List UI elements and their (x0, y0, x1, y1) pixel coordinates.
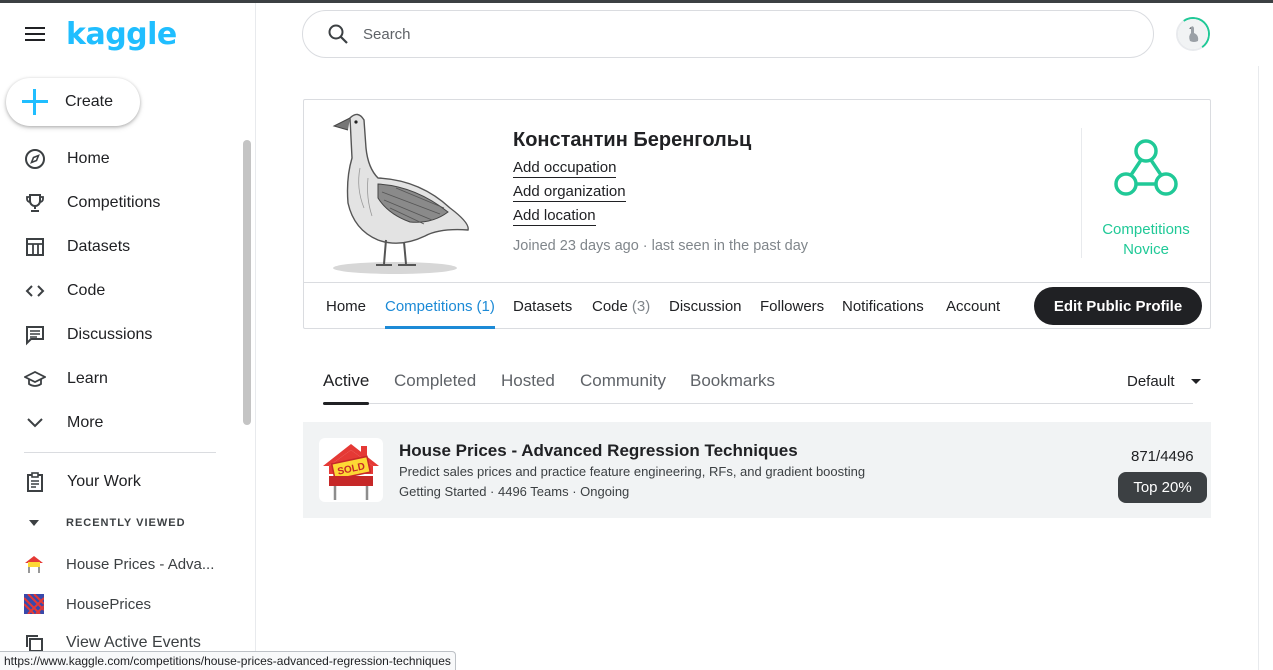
house-sold-icon (25, 556, 43, 573)
add-organization-link[interactable]: Add organization (513, 183, 626, 202)
sidebar-item-more[interactable]: More (0, 401, 240, 445)
subtab-community[interactable]: Community (580, 361, 666, 404)
tier-level: Novice (1123, 241, 1169, 258)
competition-rank: 871/4496 (1131, 448, 1194, 465)
tier-divider (1081, 128, 1082, 258)
code-icon (24, 280, 46, 302)
tab-code[interactable]: Code (3) (592, 283, 650, 329)
caret-down-icon (1190, 378, 1201, 384)
create-label: Create (65, 93, 114, 110)
sidebar: kaggle Create Home Competitions Datasets (0, 3, 256, 670)
user-avatar[interactable] (1173, 14, 1213, 54)
tab-label: Account (946, 297, 1001, 315)
chevron-down-icon (24, 412, 46, 434)
sidebar-item-label: Your Work (67, 473, 141, 490)
school-icon (24, 368, 46, 390)
competition-description: Predict sales prices and practice featur… (399, 464, 866, 479)
tab-label: Home (326, 297, 367, 315)
sidebar-item-label: Home (67, 150, 110, 167)
goose-avatar-image (332, 113, 469, 274)
subtab-completed[interactable]: Completed (394, 361, 476, 404)
sidebar-nav: Home Competitions Datasets Code Discussi… (0, 137, 240, 445)
tab-label: Notifications (842, 297, 924, 315)
kaggle-logo[interactable]: kaggle (66, 17, 177, 52)
sidebar-item-label: Datasets (67, 238, 131, 255)
recent-item-label: View Active Events (66, 634, 201, 651)
recent-item-label: HousePrices (66, 595, 152, 613)
page-scrollbar-track[interactable] (1258, 66, 1273, 670)
sidebar-divider (24, 452, 216, 453)
copy-icon (26, 635, 43, 652)
sidebar-item-competitions[interactable]: Competitions (0, 181, 240, 225)
tab-count: (3) (631, 297, 651, 315)
tab-discussion[interactable]: Discussion (669, 283, 742, 329)
add-location-link[interactable]: Add location (513, 207, 596, 226)
competitions-tier-icon[interactable] (1113, 138, 1179, 200)
edit-public-profile-button[interactable]: Edit Public Profile (1034, 287, 1202, 325)
competition-subtabs: Active Completed Hosted Community Bookma… (323, 361, 1201, 405)
competition-list-item[interactable]: SOLD House Prices - Advanced Regression … (303, 422, 1211, 518)
trophy-icon (24, 192, 46, 214)
tab-followers[interactable]: Followers (760, 283, 824, 329)
sidebar-item-datasets[interactable]: Datasets (0, 225, 240, 269)
sidebar-item-home[interactable]: Home (0, 137, 240, 181)
plus-icon (21, 88, 49, 116)
competition-meta: Getting Started · 4496 Teams · Ongoing (399, 484, 630, 499)
table-icon (24, 236, 46, 258)
comment-icon (24, 324, 46, 346)
caret-down-icon (29, 520, 39, 526)
tier-label[interactable]: Competitions Novice (1086, 220, 1206, 260)
sidebar-item-code[interactable]: Code (0, 269, 240, 313)
subtab-bookmarks[interactable]: Bookmarks (690, 361, 775, 404)
sidebar-item-discussions[interactable]: Discussions (0, 313, 240, 357)
goose-avatar-icon (1178, 19, 1208, 49)
sort-dropdown[interactable]: Default (1127, 361, 1201, 401)
sort-label: Default (1127, 372, 1175, 390)
add-occupation-link[interactable]: Add occupation (513, 159, 617, 178)
tab-label: Competitions (385, 297, 473, 315)
rank-percentile-badge: Top 20% (1118, 472, 1207, 503)
recent-item-houseprices-notebook[interactable]: HousePrices (24, 592, 151, 616)
recently-viewed-header[interactable]: RECENTLY VIEWED (24, 517, 186, 529)
tab-label: Code (592, 297, 628, 315)
profile-tabs: Home Competitions (1) Datasets Code (3) Di… (304, 282, 1210, 329)
recently-viewed-label: RECENTLY VIEWED (66, 517, 186, 529)
compass-icon (24, 148, 46, 170)
sidebar-item-label: Code (67, 282, 106, 299)
clipboard-icon (24, 471, 46, 493)
competition-thumbnail: SOLD (319, 438, 383, 502)
tab-competitions[interactable]: Competitions (1) (385, 283, 495, 329)
tab-notifications[interactable]: Notifications (842, 283, 924, 329)
sidebar-item-your-work[interactable]: Your Work (0, 460, 240, 504)
tab-count: (1) (476, 297, 495, 315)
sidebar-item-label: More (67, 414, 104, 431)
tab-label: Followers (760, 297, 825, 315)
tab-label: Discussion (669, 297, 742, 315)
tab-home[interactable]: Home (326, 283, 366, 329)
tier-category: Competitions (1102, 221, 1190, 238)
tab-datasets[interactable]: Datasets (513, 283, 572, 329)
notebook-thumbnail-icon (24, 594, 44, 614)
search-icon (328, 24, 348, 44)
sidebar-item-label: Learn (67, 370, 108, 387)
tab-account[interactable]: Account (946, 283, 1000, 329)
recent-item-label: House Prices - Adva... (66, 555, 215, 573)
browser-status-url: https://www.kaggle.com/competitions/hous… (0, 651, 456, 670)
subtab-hosted[interactable]: Hosted (501, 361, 555, 404)
tab-label: Datasets (513, 297, 573, 315)
competition-title[interactable]: House Prices - Advanced Regression Techn… (399, 441, 798, 461)
hamburger-menu-icon[interactable] (22, 23, 48, 47)
sidebar-scrollbar[interactable] (243, 140, 251, 425)
recent-item-house-prices[interactable]: House Prices - Adva... (24, 552, 214, 576)
profile-name: Константин Беренгольц (513, 129, 752, 151)
profile-meta: Joined 23 days ago · last seen in the pa… (513, 238, 809, 254)
create-button[interactable]: Create (6, 78, 140, 126)
sidebar-item-learn[interactable]: Learn (0, 357, 240, 401)
sidebar-item-label: Competitions (67, 194, 161, 211)
search-input[interactable] (363, 25, 1063, 43)
profile-card: Константин Беренгольц Add occupation Add… (303, 99, 1211, 329)
subtab-active[interactable]: Active (323, 361, 370, 405)
search-bar[interactable] (302, 10, 1154, 58)
sidebar-item-label: Discussions (67, 326, 153, 343)
